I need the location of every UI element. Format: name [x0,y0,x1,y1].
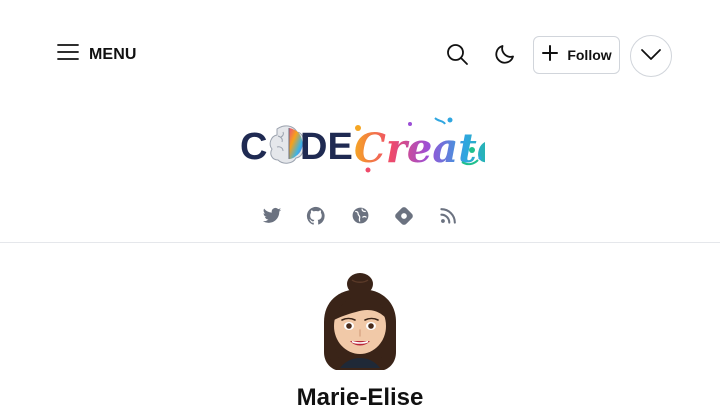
more-options-button[interactable] [630,35,672,77]
brain-icon [269,125,304,164]
rss-link[interactable] [438,208,458,228]
twitter-link[interactable] [262,207,282,230]
follow-label: Follow [567,47,612,63]
moon-icon [493,42,517,71]
github-icon [306,206,326,231]
twitter-icon [262,207,282,230]
social-links [0,206,720,231]
hashnode-link[interactable] [394,206,414,231]
search-icon [445,42,469,71]
search-button[interactable] [439,38,475,74]
author-avatar[interactable] [318,272,402,372]
menu-label: MENU [89,45,137,63]
hamburger-icon [56,42,80,67]
blog-logo[interactable]: C DE Create [240,112,502,178]
globe-icon [351,206,370,230]
plus-icon [541,44,559,67]
follow-button[interactable]: Follow [533,36,620,74]
header-divider [0,242,720,243]
logo-letters-de: DE [300,126,353,168]
github-link[interactable] [306,206,326,231]
logo-script-create: Create [354,125,485,172]
chevron-down-icon [640,47,662,66]
hashnode-icon [394,206,414,231]
menu-button[interactable]: MENU [56,42,137,67]
blog-header: MENU Follow C DE Creat [0,0,720,242]
logo-letter-c: C [240,126,267,168]
rss-icon [439,206,458,230]
author-name: Marie-Elise [296,384,424,411]
theme-toggle-button[interactable] [487,38,523,74]
website-link[interactable] [350,206,370,230]
